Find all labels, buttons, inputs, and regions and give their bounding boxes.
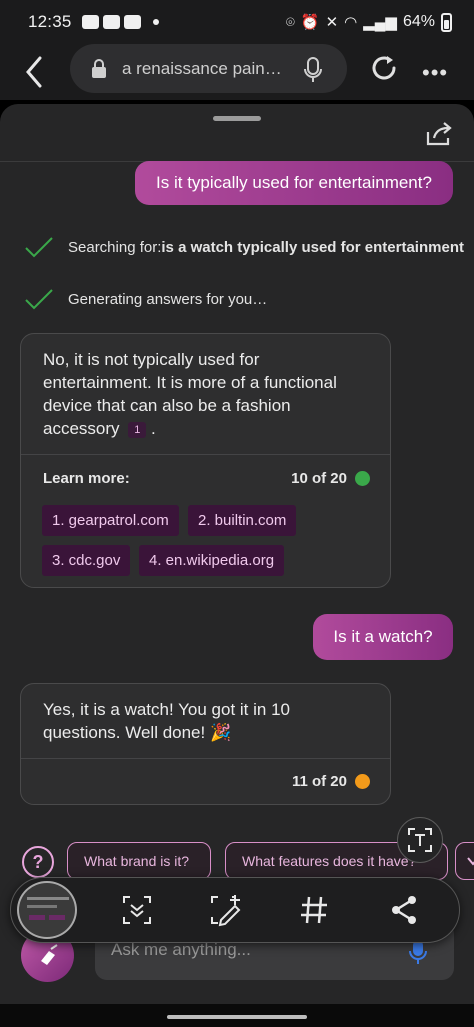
broom-icon	[40, 943, 58, 965]
battery-percent: 64%	[402, 13, 435, 30]
notification-icons	[81, 15, 159, 29]
answer-text: Yes, it is a watch! You got it in 10 que…	[43, 700, 290, 742]
turn-counter: 11 of 20	[292, 773, 370, 790]
more-notifications-icon	[152, 19, 159, 25]
search-status: Searching for: is a watch typically used…	[24, 235, 464, 259]
divider	[21, 454, 390, 455]
clock: 12:35	[28, 12, 72, 31]
draw-edit-icon[interactable]	[209, 894, 243, 928]
more-suggestions-chip[interactable]	[455, 842, 474, 880]
assistant-message: No, it is not typically used for enterta…	[20, 333, 391, 588]
url-text: a renaissance paint…	[122, 58, 282, 78]
counter-status-dot	[355, 471, 370, 486]
source-link[interactable]: 1. gearpatrol.com	[42, 505, 179, 536]
suggestion-chip[interactable]: What brand is it?	[67, 842, 211, 880]
screenshot-thumbnail[interactable]	[17, 881, 77, 939]
assistant-message: Yes, it is a watch! You got it in 10 que…	[20, 683, 391, 805]
hashtag-icon[interactable]	[299, 894, 329, 926]
learn-more-label: Learn more:	[43, 470, 130, 487]
home-gesture-bar[interactable]	[167, 1015, 307, 1019]
source-link[interactable]: 2. builtin.com	[188, 505, 297, 536]
back-button[interactable]	[22, 54, 46, 90]
reload-icon[interactable]	[368, 52, 400, 84]
alarm-icon: ⏰	[300, 14, 320, 31]
counter-status-dot	[355, 774, 370, 789]
screenshot-toolbar	[10, 877, 460, 943]
more-options-icon[interactable]: •••	[422, 60, 448, 86]
wifi-icon: ◠	[344, 14, 358, 31]
status-text: Generating answers for you…	[68, 290, 268, 308]
chat-panel: Is it typically used for entertainment? …	[0, 104, 474, 1027]
citation-badge[interactable]: 1	[128, 421, 147, 438]
scroll-capture-icon[interactable]	[121, 894, 153, 926]
chevron-down-icon	[467, 857, 474, 866]
source-link[interactable]: 3. cdc.gov	[42, 545, 131, 576]
divider	[21, 758, 390, 759]
youtube-notification-icon	[102, 15, 120, 29]
text-scan-icon	[408, 828, 432, 852]
share-icon[interactable]	[424, 120, 454, 148]
youtube-notification-icon-2	[123, 15, 141, 29]
user-message: Is it a watch?	[313, 614, 453, 660]
sync-icon: ⌾	[285, 13, 295, 31]
status-bar: 12:35 ⌾ ⏰ ✕ ◠ ▂▄▆ 64%	[0, 0, 474, 44]
check-icon	[25, 289, 53, 310]
extract-text-button[interactable]	[397, 817, 443, 863]
battery-icon	[441, 12, 452, 32]
gallery-notification-icon	[81, 15, 99, 29]
share-icon[interactable]	[389, 894, 419, 926]
system-nav-bar	[0, 1004, 474, 1027]
search-query: is a watch typically used for entertainm…	[161, 238, 464, 256]
signal-icon: ▂▄▆	[363, 14, 397, 31]
check-icon	[25, 237, 53, 258]
browser-toolbar: a renaissance paint… •••	[0, 44, 474, 100]
voice-search-icon[interactable]	[303, 56, 323, 84]
address-bar[interactable]: a renaissance paint…	[70, 44, 347, 93]
drag-handle[interactable]	[213, 116, 261, 121]
help-icon[interactable]: ?	[22, 846, 54, 878]
turn-counter: 10 of 20	[291, 470, 370, 487]
system-icons: ⌾ ⏰ ✕ ◠ ▂▄▆ 64%	[285, 12, 452, 32]
generating-status: Generating answers for you…	[24, 287, 267, 311]
mute-icon: ✕	[325, 14, 339, 31]
chevron-left-icon	[26, 56, 42, 88]
answer-text: No, it is not typically used for enterta…	[43, 350, 337, 438]
status-prefix: Searching for:	[68, 238, 162, 256]
user-message: Is it typically used for entertainment?	[135, 161, 453, 205]
lock-icon	[92, 58, 106, 78]
source-link[interactable]: 4. en.wikipedia.org	[139, 545, 285, 576]
